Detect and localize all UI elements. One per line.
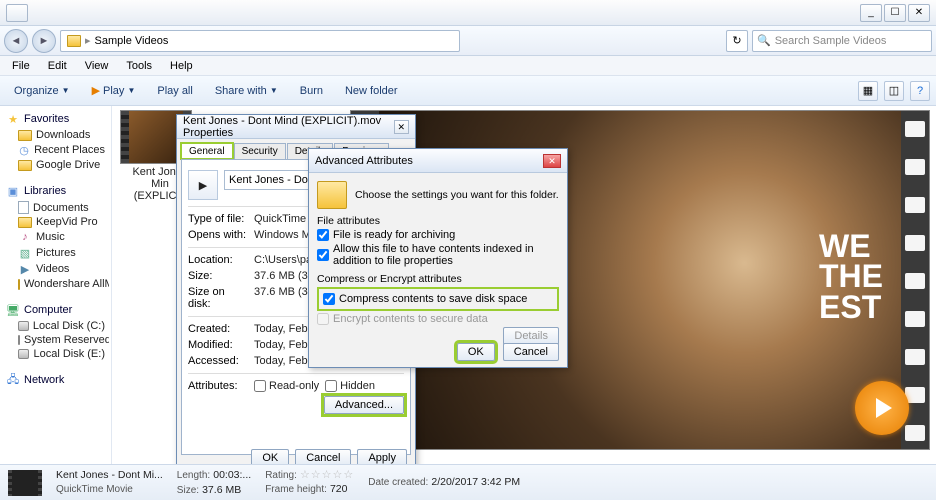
help-button[interactable]: ? [910, 81, 930, 101]
sidebar-libraries-head[interactable]: ▣Libraries [2, 182, 109, 200]
menu-bar: File Edit View Tools Help [0, 56, 936, 76]
advanced-title: Advanced Attributes [315, 155, 413, 167]
sidebar-item-wondershare[interactable]: Wondershare AllMy [2, 277, 109, 291]
sidebar-item-downloads[interactable]: Downloads [2, 128, 109, 142]
forward-button[interactable]: ► [32, 29, 56, 53]
play-icon[interactable] [855, 381, 909, 435]
advanced-ok-button[interactable]: OK [457, 343, 495, 361]
search-input[interactable]: 🔍 Search Sample Videos [752, 30, 932, 52]
address-bar-row: ◄ ► ▸ Sample Videos ↻ 🔍 Search Sample Vi… [0, 26, 936, 56]
advanced-close-button[interactable]: ✕ [543, 154, 561, 168]
status-length: 00:03:... [213, 469, 251, 481]
encrypt-checkbox[interactable]: Encrypt contents to secure data [317, 313, 559, 325]
preview-overlay-text: WE THE EST [819, 231, 883, 322]
sidebar-network-head[interactable]: 🖧Network [2, 371, 109, 389]
sidebar-favorites-head[interactable]: ★Favorites [2, 110, 109, 128]
preview-pane-button[interactable]: ◫ [884, 81, 904, 101]
maximize-button[interactable] [884, 4, 906, 22]
sidebar-item-diskc[interactable]: Local Disk (C:) [2, 319, 109, 333]
minimize-button[interactable] [860, 4, 882, 22]
hidden-checkbox[interactable]: Hidden [325, 380, 375, 392]
back-button[interactable]: ◄ [4, 29, 28, 53]
readonly-checkbox[interactable]: Read-only [254, 380, 319, 392]
menu-help[interactable]: Help [162, 58, 201, 74]
search-icon: 🔍 [757, 34, 771, 47]
status-thumbnail [8, 470, 42, 496]
navigation-pane: ★Favorites Downloads ◷Recent Places Goog… [0, 106, 112, 464]
sidebar-item-videos[interactable]: ▶Videos [2, 261, 109, 277]
properties-close-button[interactable]: ✕ [394, 120, 409, 134]
status-filename: Kent Jones - Dont Mi... [56, 469, 163, 483]
tab-security[interactable]: Security [234, 143, 286, 159]
menu-tools[interactable]: Tools [118, 58, 160, 74]
play-all-button[interactable]: Play all [149, 82, 200, 100]
archive-checkbox[interactable]: File is ready for archiving [317, 229, 559, 241]
breadcrumb[interactable]: ▸ Sample Videos [60, 30, 460, 52]
details-pane: Kent Jones - Dont Mi... QuickTime Movie … [0, 464, 936, 500]
close-button[interactable] [908, 4, 930, 22]
file-attributes-label: File attributes [317, 215, 559, 227]
breadcrumb-text: Sample Videos [95, 35, 169, 47]
file-type-icon: ▶ [188, 170, 218, 200]
sidebar-item-pictures[interactable]: ▧Pictures [2, 245, 109, 261]
sidebar-item-diske[interactable]: Local Disk (E:) [2, 347, 109, 361]
tab-general[interactable]: General [181, 143, 233, 159]
menu-file[interactable]: File [4, 58, 38, 74]
view-options-button[interactable]: ▦ [858, 81, 878, 101]
status-frameheight: 720 [330, 483, 348, 495]
sidebar-item-documents[interactable]: Documents [2, 200, 109, 215]
sys-icon [6, 4, 28, 22]
search-placeholder: Search Sample Videos [775, 35, 887, 47]
sidebar-item-music[interactable]: ♪Music [2, 229, 109, 245]
burn-button[interactable]: Burn [292, 82, 331, 100]
compress-checkbox[interactable]: Compress contents to save disk space [323, 293, 553, 305]
status-size: 37.6 MB [202, 484, 241, 496]
status-filetype: QuickTime Movie [56, 483, 163, 496]
properties-title: Kent Jones - Dont Mind (EXPLICIT).mov Pr… [183, 115, 394, 139]
status-rating[interactable]: ☆☆☆☆☆ [300, 469, 354, 481]
sidebar-computer-head[interactable]: 🖥Computer [2, 301, 109, 319]
new-folder-button[interactable]: New folder [337, 82, 406, 100]
menu-edit[interactable]: Edit [40, 58, 75, 74]
properties-titlebar[interactable]: Kent Jones - Dont Mind (EXPLICIT).mov Pr… [177, 115, 415, 139]
sidebar-item-keepvid[interactable]: KeepVid Pro [2, 215, 109, 229]
status-datecreated: 2/20/2017 3:42 PM [431, 476, 520, 488]
advanced-attributes-dialog: Advanced Attributes ✕ Choose the setting… [308, 148, 568, 368]
advanced-description: Choose the settings you want for this fo… [355, 189, 559, 201]
sidebar-item-recent[interactable]: ◷Recent Places [2, 142, 109, 158]
folder-settings-icon [317, 181, 347, 209]
index-checkbox[interactable]: Allow this file to have contents indexed… [317, 243, 559, 267]
compress-encrypt-label: Compress or Encrypt attributes [317, 273, 559, 285]
advanced-cancel-button[interactable]: Cancel [503, 343, 559, 361]
advanced-button[interactable]: Advanced... [324, 396, 404, 414]
sidebar-item-diskd[interactable]: System Reserved (D:) [2, 333, 109, 347]
toolbar: Organize▼ ▶Play▼ Play all Share with▼ Bu… [0, 76, 936, 106]
advanced-titlebar[interactable]: Advanced Attributes ✕ [309, 149, 567, 173]
sidebar-item-gdrive[interactable]: Google Drive [2, 158, 109, 172]
refresh-button[interactable]: ↻ [726, 30, 748, 52]
menu-view[interactable]: View [77, 58, 117, 74]
play-button[interactable]: ▶Play▼ [84, 81, 144, 100]
window-titlebar [0, 0, 936, 26]
folder-icon [67, 35, 81, 47]
organize-button[interactable]: Organize▼ [6, 82, 78, 100]
share-with-button[interactable]: Share with▼ [207, 82, 286, 100]
